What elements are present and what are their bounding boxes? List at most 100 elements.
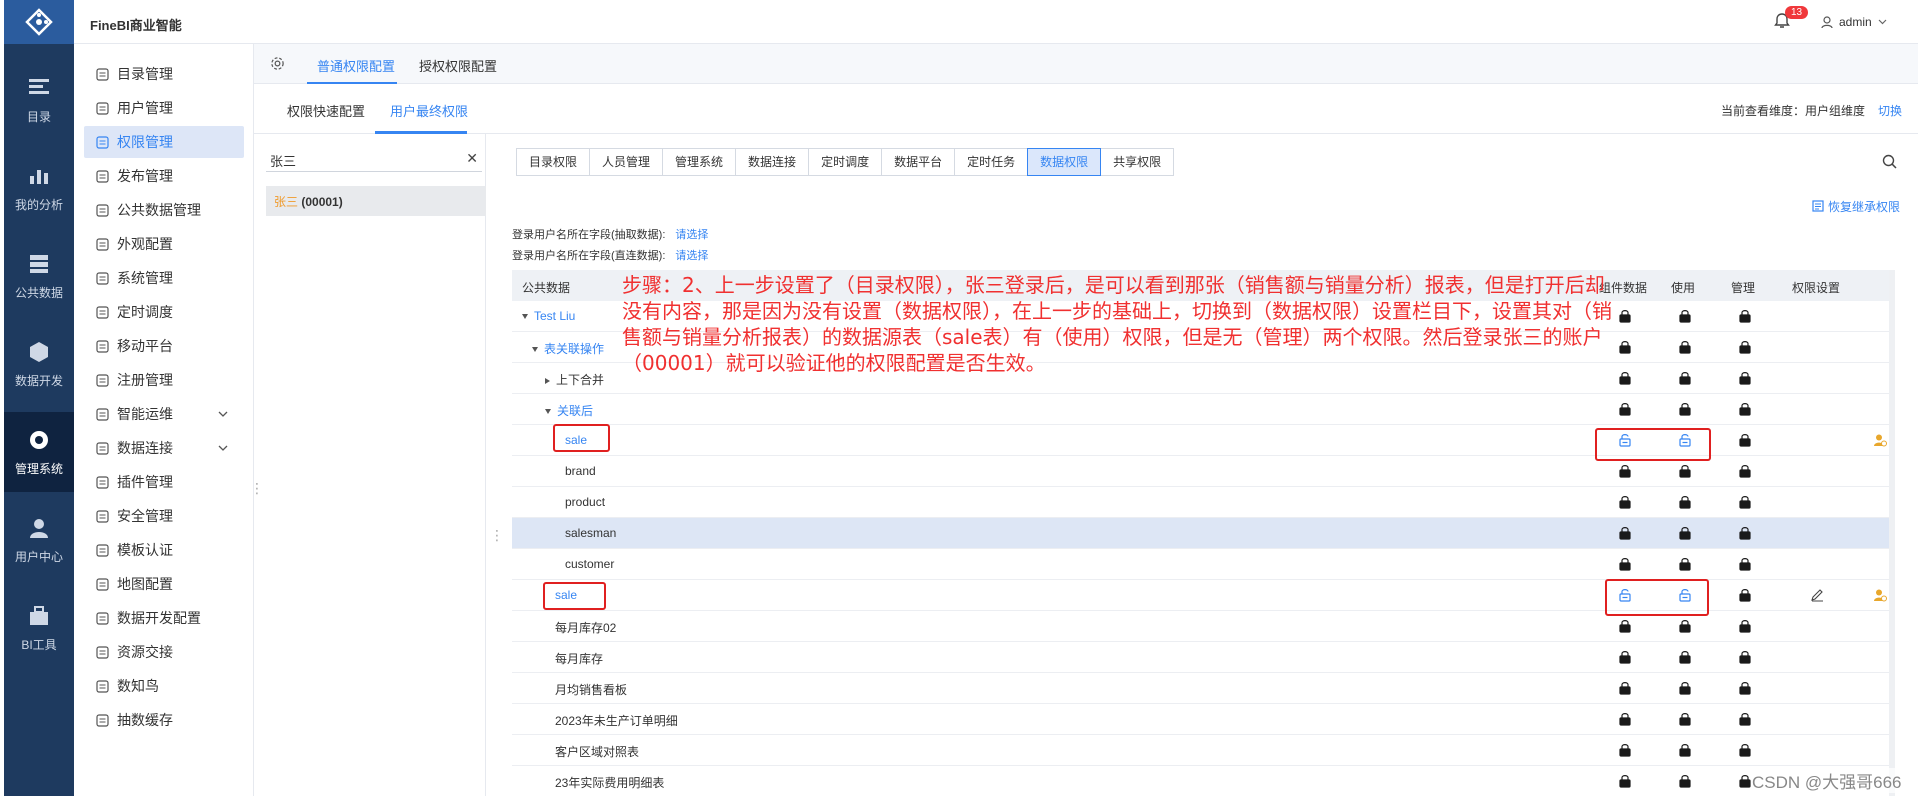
menu-item-10[interactable]: 智能运维 — [84, 398, 244, 430]
menu-item-11[interactable]: 数据连接 — [84, 432, 244, 464]
app-logo[interactable] — [4, 0, 74, 44]
lock-icon[interactable] — [1679, 650, 1691, 664]
lock-icon[interactable] — [1739, 681, 1751, 695]
lock-icon[interactable] — [1679, 743, 1691, 757]
expand-toggle-icon[interactable] — [545, 409, 551, 415]
lock-icon[interactable] — [1619, 774, 1631, 788]
table-row[interactable]: 每月库存 — [512, 642, 1892, 673]
menu-item-1[interactable]: 用户管理 — [84, 92, 244, 124]
lock-icon[interactable] — [1739, 588, 1751, 602]
restore-inherit-button[interactable]: 恢复继承权限 — [1812, 198, 1900, 215]
table-row[interactable]: 客户区域对照表 — [512, 735, 1892, 766]
table-row[interactable]: customer — [512, 549, 1892, 580]
menu-item-18[interactable]: 数知鸟 — [84, 670, 244, 702]
lock-icon[interactable] — [1679, 526, 1691, 540]
rail-item-2[interactable]: 公共数据 — [4, 236, 74, 316]
menu-item-0[interactable]: 目录管理 — [84, 58, 244, 90]
edit-icon[interactable] — [1810, 588, 1824, 602]
lock-icon[interactable] — [1619, 619, 1631, 633]
table-row[interactable]: product — [512, 487, 1892, 518]
user-list-item[interactable]: 张三 (00001) — [266, 186, 486, 216]
expand-toggle-icon[interactable] — [522, 314, 528, 320]
rail-item-4[interactable]: 管理系统 — [4, 412, 74, 492]
perm-tab-8[interactable]: 共享权限 — [1100, 148, 1175, 176]
lock-icon[interactable] — [1619, 526, 1631, 540]
menu-item-2[interactable]: 权限管理 — [84, 126, 244, 158]
perm-tab-0[interactable]: 目录权限 — [516, 148, 591, 176]
select-field-link[interactable]: 请选择 — [675, 229, 708, 241]
lock-icon[interactable] — [1679, 371, 1691, 385]
gear-icon[interactable] — [270, 56, 285, 71]
table-row[interactable]: 关联后 — [512, 394, 1892, 425]
lock-icon[interactable] — [1619, 402, 1631, 416]
lock-icon[interactable] — [1739, 619, 1751, 633]
lock-icon[interactable] — [1679, 340, 1691, 354]
lock-icon[interactable] — [1619, 650, 1631, 664]
lock-icon[interactable] — [1679, 774, 1691, 788]
lock-icon[interactable] — [1679, 464, 1691, 478]
perm-tab-7[interactable]: 数据权限 — [1027, 148, 1102, 176]
lock-icon[interactable] — [1619, 681, 1631, 695]
lock-icon[interactable] — [1619, 495, 1631, 509]
lock-icon[interactable] — [1739, 464, 1751, 478]
lock-icon[interactable] — [1679, 495, 1691, 509]
tab-final-permission[interactable]: 用户最终权限 — [390, 101, 468, 120]
tab-grant-permission[interactable]: 授权权限配置 — [419, 56, 497, 75]
expand-toggle-icon[interactable] — [532, 347, 538, 353]
user-menu[interactable]: admin — [1821, 15, 1887, 29]
lock-icon[interactable] — [1679, 557, 1691, 571]
lock-icon[interactable] — [1739, 433, 1751, 447]
user-search-input[interactable]: 张三 ✕ — [266, 146, 482, 172]
table-row[interactable]: salesman — [512, 518, 1892, 549]
search-icon[interactable] — [1882, 154, 1897, 169]
rail-item-6[interactable]: BI工具 — [4, 588, 74, 668]
menu-item-16[interactable]: 数据开发配置 — [84, 602, 244, 634]
menu-item-17[interactable]: 资源交接 — [84, 636, 244, 668]
perm-tab-2[interactable]: 管理系统 — [662, 148, 737, 176]
table-row[interactable]: 2023年未生产订单明细 — [512, 704, 1892, 735]
lock-icon[interactable] — [1679, 309, 1691, 323]
resize-handle[interactable]: ⋮ — [250, 480, 264, 497]
menu-item-7[interactable]: 定时调度 — [84, 296, 244, 328]
lock-icon[interactable] — [1739, 557, 1751, 571]
table-row[interactable]: 月均销售看板 — [512, 673, 1892, 704]
menu-item-4[interactable]: 公共数据管理 — [84, 194, 244, 226]
menu-item-8[interactable]: 移动平台 — [84, 330, 244, 362]
menu-item-15[interactable]: 地图配置 — [84, 568, 244, 600]
lock-icon[interactable] — [1739, 402, 1751, 416]
lock-icon[interactable] — [1679, 681, 1691, 695]
lock-icon[interactable] — [1679, 402, 1691, 416]
table-row[interactable]: 23年实际费用明细表 — [512, 766, 1892, 796]
lock-icon[interactable] — [1679, 712, 1691, 726]
lock-icon[interactable] — [1739, 309, 1751, 323]
menu-item-3[interactable]: 发布管理 — [84, 160, 244, 192]
select-field-link[interactable]: 请选择 — [675, 250, 708, 262]
lock-icon[interactable] — [1619, 743, 1631, 757]
menu-item-5[interactable]: 外观配置 — [84, 228, 244, 260]
rail-item-0[interactable]: 目录 — [4, 60, 74, 140]
lock-icon[interactable] — [1739, 371, 1751, 385]
perm-tab-6[interactable]: 定时任务 — [954, 148, 1029, 176]
lock-icon[interactable] — [1739, 495, 1751, 509]
rail-item-3[interactable]: 数据开发 — [4, 324, 74, 404]
resize-handle[interactable]: ⋮ — [490, 527, 504, 544]
perm-tab-1[interactable]: 人员管理 — [589, 148, 664, 176]
lock-icon[interactable] — [1739, 340, 1751, 354]
lock-icon[interactable] — [1739, 712, 1751, 726]
lock-icon[interactable] — [1679, 619, 1691, 633]
clear-icon[interactable]: ✕ — [466, 150, 478, 167]
lock-icon[interactable] — [1619, 557, 1631, 571]
lock-icon[interactable] — [1739, 774, 1751, 788]
menu-item-19[interactable]: 抽数缓存 — [84, 704, 244, 736]
perm-tab-4[interactable]: 定时调度 — [808, 148, 883, 176]
perm-tab-5[interactable]: 数据平台 — [881, 148, 956, 176]
lock-icon[interactable] — [1739, 526, 1751, 540]
menu-item-12[interactable]: 插件管理 — [84, 466, 244, 498]
expand-toggle-icon[interactable] — [545, 377, 550, 384]
lock-icon[interactable] — [1739, 743, 1751, 757]
menu-item-6[interactable]: 系统管理 — [84, 262, 244, 294]
tab-normal-permission[interactable]: 普通权限配置 — [317, 56, 395, 75]
user-permission-icon[interactable] — [1873, 588, 1887, 602]
menu-item-14[interactable]: 模板认证 — [84, 534, 244, 566]
menu-item-13[interactable]: 安全管理 — [84, 500, 244, 532]
